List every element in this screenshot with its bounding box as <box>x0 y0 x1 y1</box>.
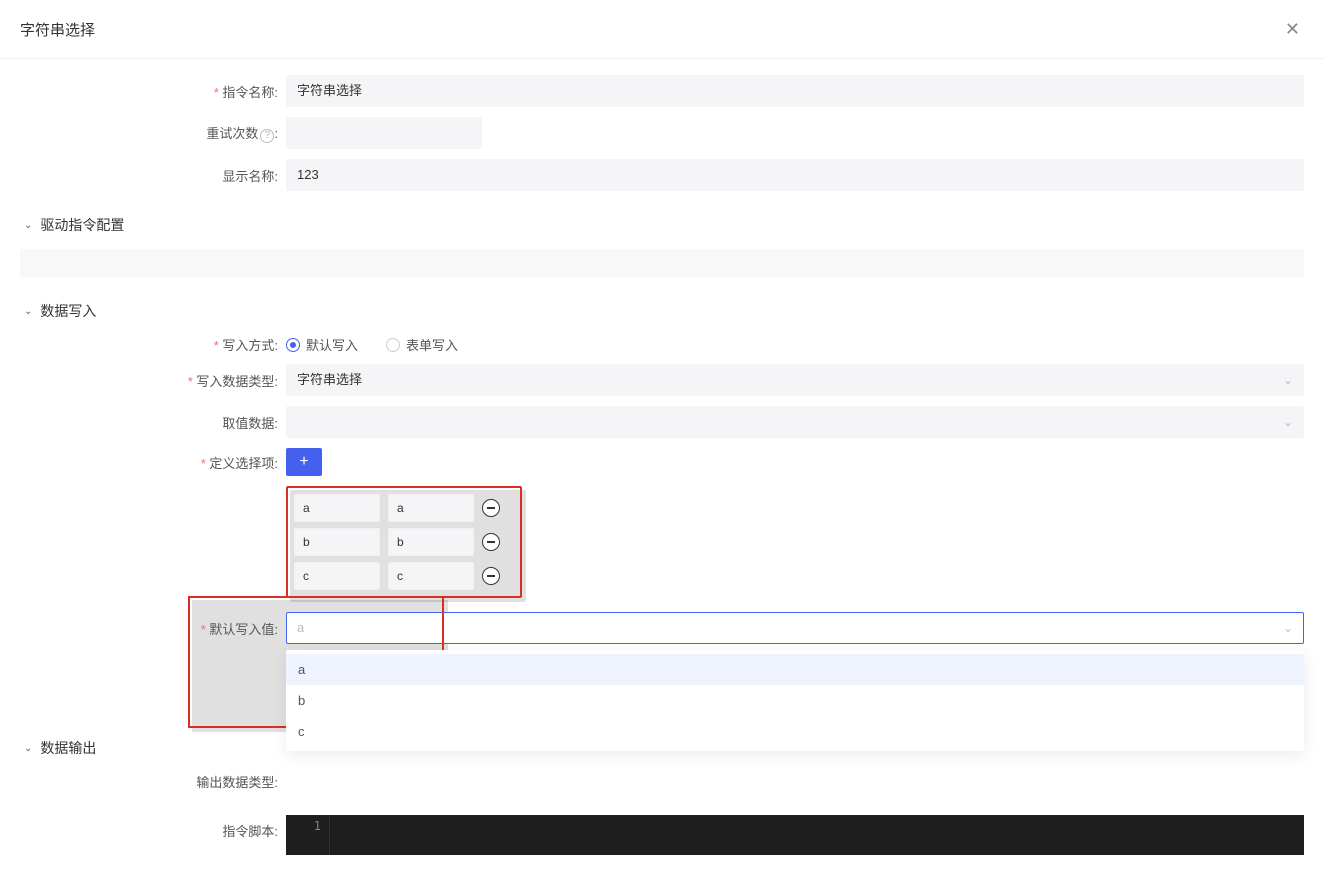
modal-title: 字符串选择 <box>20 19 95 40</box>
remove-option-button[interactable] <box>482 499 500 517</box>
row-display-name: 显示名称: <box>20 159 1304 191</box>
option-key-input[interactable] <box>294 494 380 522</box>
section-datawrite-label: 数据写入 <box>40 301 96 321</box>
option-key-input[interactable] <box>294 528 380 556</box>
row-write-mode: 写入方式: 默认写入 表单写入 <box>20 335 1304 354</box>
row-script: 指令脚本: 1 <box>20 815 1304 855</box>
chevron-down-icon: ⌄ <box>1283 371 1293 389</box>
radio-form-write[interactable]: 表单写入 <box>386 335 458 354</box>
options-container <box>286 486 1304 598</box>
option-val-input[interactable] <box>388 494 474 522</box>
row-retry: 重试次数?: <box>20 117 1304 149</box>
row-command-name: 指令名称: <box>20 75 1304 107</box>
close-icon[interactable]: ✕ <box>1281 16 1304 42</box>
source-data-select[interactable]: ⌄ <box>286 406 1304 438</box>
write-mode-radio-group: 默认写入 表单写入 <box>286 335 458 354</box>
help-icon[interactable]: ? <box>260 129 274 143</box>
label-retry: 重试次数?: <box>20 123 286 143</box>
display-name-input[interactable] <box>286 159 1304 191</box>
row-write-type: 写入数据类型: 字符串选择 ⌄ <box>20 364 1304 396</box>
section-driver-label: 驱动指令配置 <box>40 215 124 235</box>
chevron-down-icon: ⌄ <box>24 306 32 317</box>
write-type-select[interactable]: 字符串选择 ⌄ <box>286 364 1304 396</box>
section-driver-header[interactable]: ⌄ 驱动指令配置 <box>20 201 1304 249</box>
add-option-button[interactable]: + <box>286 448 322 476</box>
row-default-value: 默认写入值: a ⌄ a b c <box>20 612 1304 644</box>
label-output-type: 输出数据类型: <box>20 772 286 791</box>
radio-default-write[interactable]: 默认写入 <box>286 335 358 354</box>
label-display-name: 显示名称: <box>20 166 286 185</box>
row-define-options: 定义选择项: + <box>20 448 1304 476</box>
remove-option-button[interactable] <box>482 567 500 585</box>
script-editor[interactable]: 1 <box>286 815 1304 855</box>
option-val-input[interactable] <box>388 528 474 556</box>
default-value-dropdown: a b c <box>286 650 1304 751</box>
options-box <box>286 486 522 598</box>
remove-option-button[interactable] <box>482 533 500 551</box>
radio-dot-icon <box>286 338 300 352</box>
dropdown-item[interactable]: c <box>286 716 1304 747</box>
chevron-down-icon: ⌄ <box>1283 619 1293 637</box>
code-content[interactable] <box>330 815 1304 855</box>
option-key-input[interactable] <box>294 562 380 590</box>
modal-header: 字符串选择 ✕ <box>0 0 1324 59</box>
option-row <box>294 562 514 590</box>
option-row <box>294 494 514 522</box>
chevron-down-icon: ⌄ <box>1283 413 1293 431</box>
modal-body: 指令名称: 重试次数?: 显示名称: ⌄ 驱动指令配置 ⌄ 数据写入 写入方式:… <box>0 59 1324 855</box>
dropdown-item[interactable]: b <box>286 685 1304 716</box>
radio-dot-icon <box>386 338 400 352</box>
label-write-type: 写入数据类型: <box>20 371 286 390</box>
label-source-data: 取值数据: <box>20 413 286 432</box>
label-command-name: 指令名称: <box>20 82 286 101</box>
label-define-options: 定义选择项: <box>20 453 286 472</box>
label-default-value: 默认写入值: <box>20 619 286 638</box>
line-number-gutter: 1 <box>286 815 330 855</box>
label-write-mode: 写入方式: <box>20 335 286 354</box>
section-dataoutput-label: 数据输出 <box>40 738 96 758</box>
retry-input[interactable] <box>286 117 482 149</box>
section-datawrite-header[interactable]: ⌄ 数据写入 <box>20 287 1304 335</box>
row-source-data: 取值数据: ⌄ <box>20 406 1304 438</box>
row-output-type: 输出数据类型: <box>20 772 1304 791</box>
option-val-input[interactable] <box>388 562 474 590</box>
chevron-down-icon: ⌄ <box>24 220 32 231</box>
label-script: 指令脚本: <box>20 815 286 840</box>
option-row <box>294 528 514 556</box>
dropdown-item[interactable]: a <box>286 654 1304 685</box>
driver-placeholder-row <box>20 249 1304 277</box>
chevron-down-icon: ⌄ <box>24 743 32 754</box>
default-value-select[interactable]: a ⌄ <box>286 612 1304 644</box>
command-name-input[interactable] <box>286 75 1304 107</box>
